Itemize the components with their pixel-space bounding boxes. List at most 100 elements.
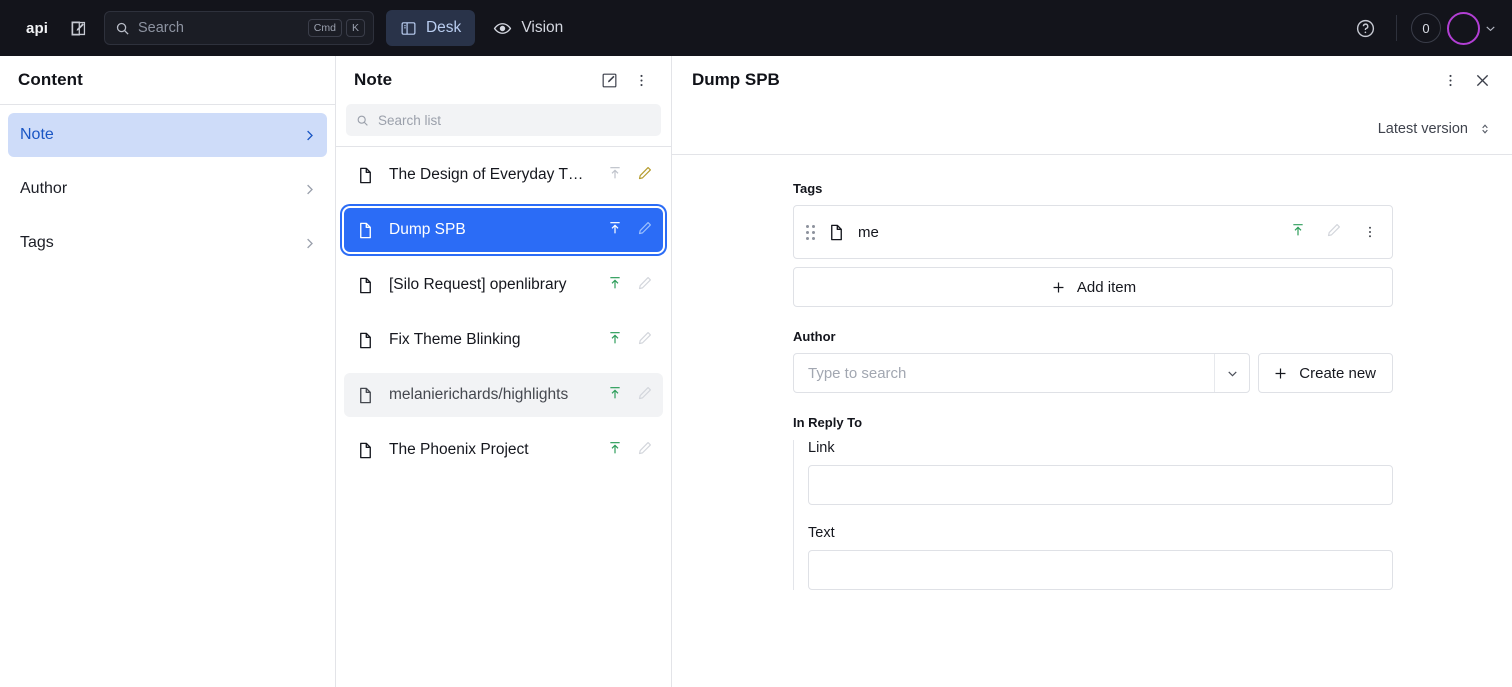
document-form-scroll: Tags me Add item Author Type to search C…: [672, 155, 1512, 687]
document-detail-pane: Dump SPB Latest version Tags me Add item…: [672, 56, 1512, 687]
chevron-up-down-icon: [1478, 121, 1492, 137]
array-item[interactable]: me: [794, 206, 1392, 258]
author-reference-row: Type to search Create new: [793, 353, 1393, 393]
document-icon: [356, 166, 375, 185]
field-label: Text: [808, 525, 835, 541]
tab-desk[interactable]: Desk: [385, 10, 476, 46]
field-label: Link: [808, 440, 835, 456]
content-pane-header: Content: [0, 56, 335, 104]
list-item[interactable]: melanierichards/highlights: [344, 373, 663, 417]
list-item[interactable]: [Silo Request] openlibrary: [344, 263, 663, 307]
chevron-down-icon[interactable]: [1215, 366, 1249, 381]
list-item[interactable]: The Phoenix Project: [344, 428, 663, 472]
help-circle-icon[interactable]: [1348, 11, 1382, 45]
list-item[interactable]: The Design of Everyday T…: [344, 153, 663, 197]
publish-status-icon: [1290, 222, 1306, 243]
app-root: api Search Cmd K Desk Vision 0 Content N…: [0, 0, 1512, 687]
search-list-input[interactable]: Search list: [346, 104, 661, 136]
user-menu[interactable]: [1447, 11, 1500, 45]
draft-status-icon: [1326, 222, 1342, 243]
search-placeholder: Search: [137, 20, 184, 36]
array-item-menu-icon[interactable]: [1362, 224, 1378, 240]
list-item-title: The Phoenix Project: [389, 441, 529, 458]
avatar[interactable]: [1447, 11, 1480, 45]
in-reply-to-group: Link Text: [793, 440, 1393, 590]
search-icon: [356, 114, 369, 127]
list-item-title: melanierichards/highlights: [389, 386, 569, 403]
close-icon[interactable]: [1466, 64, 1498, 96]
brand-logo[interactable]: api: [18, 14, 56, 43]
content-pane: Content Note Author Tags: [0, 56, 336, 687]
field-in-reply-to: In Reply To Link Text: [793, 415, 1393, 590]
field-author: Author Type to search Create new: [793, 329, 1393, 393]
document-icon: [827, 223, 846, 242]
search-shortcut: Cmd K: [307, 18, 365, 38]
publish-status-icon: [607, 165, 623, 186]
list-item-status: [607, 385, 653, 406]
draft-status-icon: [637, 220, 653, 241]
chevron-right-icon: [302, 236, 317, 251]
create-new-label: Create new: [1299, 364, 1376, 382]
list-item-status: [607, 220, 653, 241]
document-icon: [356, 276, 375, 295]
search-list-placeholder: Search list: [378, 112, 442, 128]
create-new-button[interactable]: Create new: [1258, 353, 1393, 393]
create-document-icon[interactable]: [593, 64, 625, 96]
document-icon: [356, 221, 375, 240]
version-selector[interactable]: Latest version: [1372, 116, 1498, 142]
document-icon: [356, 386, 375, 405]
field-tags: Tags me Add item: [793, 181, 1393, 307]
publish-status-icon: [607, 330, 623, 351]
kbd-k: K: [345, 18, 365, 38]
page-title: Dump SPB: [692, 70, 780, 89]
author-search-input[interactable]: Type to search: [793, 353, 1251, 393]
presence-count-badge[interactable]: 0: [1411, 13, 1441, 43]
workspace-tabs: Desk Vision: [385, 10, 577, 46]
chevron-right-icon: [302, 182, 317, 197]
add-item-button[interactable]: Add item: [793, 267, 1393, 307]
topbar-divider: [1396, 15, 1397, 41]
list-item-status: [607, 275, 653, 296]
list-item-title: The Design of Everyday T…: [389, 166, 584, 183]
compose-icon[interactable]: [62, 11, 96, 45]
kbd-cmd: Cmd: [307, 18, 342, 38]
version-bar: Latest version: [672, 104, 1512, 154]
topbar-right-group: 0: [1348, 11, 1500, 45]
field-text: Text: [808, 525, 1393, 590]
text-input[interactable]: [808, 550, 1393, 590]
author-search-placeholder: Type to search: [808, 364, 907, 382]
list-item-status: [607, 330, 653, 351]
draft-status-icon: [637, 330, 653, 351]
document-icon: [356, 331, 375, 350]
draft-status-icon: [637, 275, 653, 296]
document-list-menu-icon[interactable]: [625, 64, 657, 96]
list-item-title: Fix Theme Blinking: [389, 331, 521, 348]
chevron-down-icon: [1483, 21, 1498, 36]
eye-icon: [493, 19, 512, 38]
list-item-title: [Silo Request] openlibrary: [389, 276, 567, 293]
sidebar-item-author[interactable]: Author: [8, 167, 327, 211]
list-item-status: [607, 165, 653, 186]
publish-status-icon: [607, 385, 623, 406]
tags-array: me: [793, 205, 1393, 259]
list-item[interactable]: Fix Theme Blinking: [344, 318, 663, 362]
field-label: Tags: [793, 181, 823, 196]
list-item-selected[interactable]: Dump SPB: [344, 208, 663, 252]
detail-menu-icon[interactable]: [1434, 64, 1466, 96]
sidebar-item-label: Note: [20, 126, 54, 143]
sidebar-item-tags[interactable]: Tags: [8, 221, 327, 265]
publish-status-icon: [607, 275, 623, 296]
workspace-body: Content Note Author Tags Note Search lis…: [0, 56, 1512, 687]
sidebar-item-label: Author: [20, 180, 68, 197]
search-input[interactable]: Search Cmd K: [103, 11, 374, 45]
tab-vision[interactable]: Vision: [479, 10, 577, 46]
top-navigation-bar: api Search Cmd K Desk Vision 0: [0, 0, 1512, 56]
add-item-label: Add item: [1076, 278, 1137, 296]
sidebar-item-note[interactable]: Note: [8, 113, 327, 157]
desk-icon: [400, 20, 417, 37]
link-input[interactable]: [808, 465, 1393, 505]
publish-status-icon: [607, 220, 623, 241]
chevron-right-icon: [302, 128, 317, 143]
document-list-title: Note: [354, 70, 393, 89]
drag-handle-icon[interactable]: [806, 224, 815, 240]
